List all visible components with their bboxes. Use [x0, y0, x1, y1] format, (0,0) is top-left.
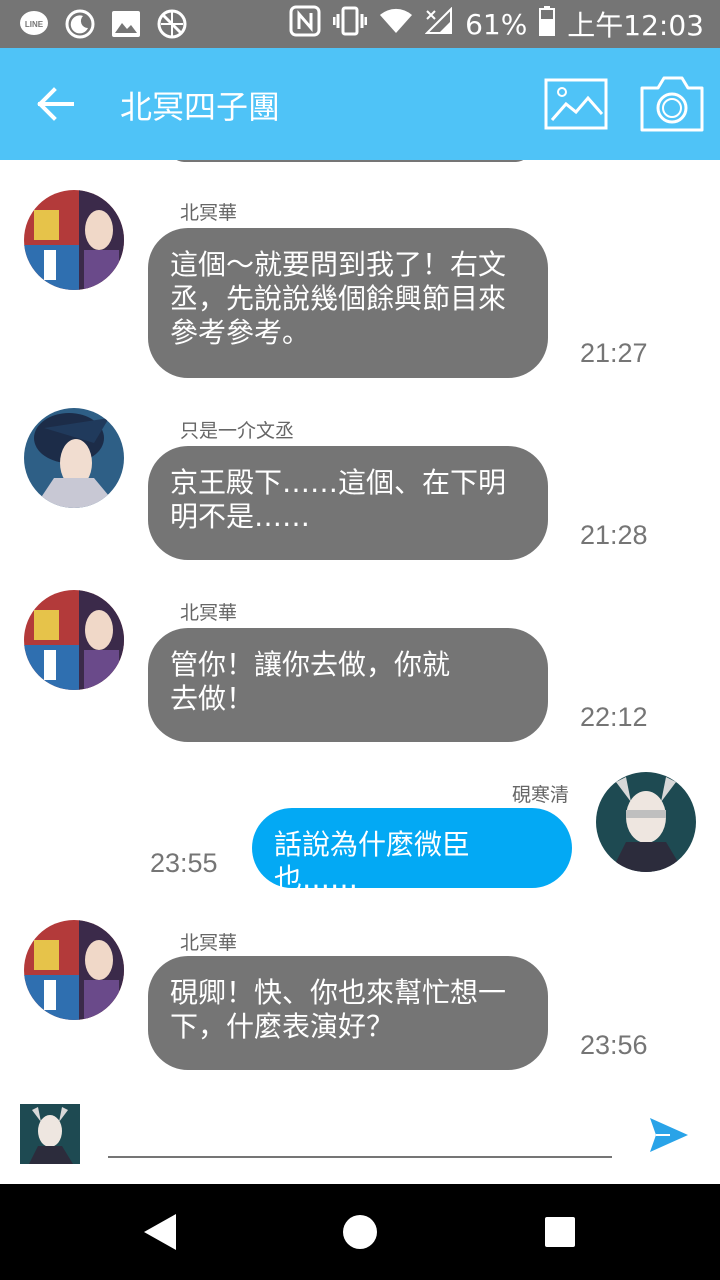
clock: 上午12:03: [567, 9, 704, 42]
wifi-icon: [379, 7, 413, 42]
message-bubble[interactable]: 這個～就要問到我了！右文 丞，先說說幾個餘興節目來 參考參考。: [148, 228, 548, 378]
message-line: 下，什麼表演好？: [170, 1010, 395, 1043]
camera-icon: [640, 76, 704, 132]
chat-title: 北冥四子團: [120, 88, 281, 126]
message-line: 去做！: [170, 682, 255, 715]
input-bar: [0, 1080, 720, 1184]
image-icon: [110, 8, 142, 40]
moon-icon: [64, 8, 96, 40]
battery-text: 61%: [465, 7, 528, 41]
message-line: 管你！讓你去做，你就: [170, 648, 451, 681]
message-time: 22:12: [580, 702, 648, 732]
image-icon: [544, 78, 608, 130]
message-line: 這個～就要問到我了！右文: [170, 248, 507, 281]
chat-area[interactable]: 北冥華 這個～就要問到我了！右文 丞，先說說幾個餘興節目來 參考參考。 21:2…: [0, 160, 720, 1080]
back-button[interactable]: [30, 80, 82, 128]
camera-button[interactable]: [638, 74, 706, 134]
message-time: 21:28: [580, 520, 648, 550]
arrow-back-icon: [37, 87, 74, 121]
message-line: 話說為什麼微臣也……: [274, 828, 471, 895]
my-avatar[interactable]: [20, 1104, 80, 1164]
message-line: 丞，先說說幾個餘興節目來: [170, 282, 507, 315]
status-bar: LINE 61% 上午12:03: [0, 0, 720, 48]
line-icon: LINE: [18, 8, 50, 40]
recents-square-icon: [545, 1217, 575, 1247]
sender-name: 北冥華: [180, 203, 238, 224]
message-time: 23:55: [150, 848, 218, 878]
nav-back-button[interactable]: [140, 1212, 180, 1252]
svg-text:LINE: LINE: [25, 20, 44, 29]
back-triangle-icon: [144, 1214, 176, 1250]
home-circle-icon: [343, 1215, 377, 1249]
send-icon: [650, 1118, 688, 1152]
nfc-icon: [289, 5, 321, 44]
avatar-yanhanqing[interactable]: [596, 772, 696, 872]
signal-icon: [424, 6, 453, 42]
message-line: 硯卿！快、你也來幫忙想一: [170, 976, 507, 1009]
message-input[interactable]: [108, 1114, 612, 1158]
message-line: 參考參考。: [170, 316, 311, 349]
message-time: 21:27: [580, 338, 648, 368]
message-bubble[interactable]: 京王殿下……這個、在下明 明不是……: [148, 446, 548, 560]
message-line: 明不是……: [170, 500, 311, 533]
sender-name: 北冥華: [180, 933, 238, 954]
blocked-icon: [156, 8, 188, 40]
avatar-wencheng[interactable]: [24, 408, 124, 508]
avatar-beiminghua[interactable]: [24, 590, 124, 690]
sender-name: 北冥華: [180, 603, 238, 624]
navigation-bar: [0, 1184, 720, 1280]
nav-recents-button[interactable]: [540, 1212, 580, 1252]
nav-home-button[interactable]: [340, 1212, 380, 1252]
avatar-beiminghua[interactable]: [24, 920, 124, 1020]
avatar-beiminghua[interactable]: [24, 190, 124, 290]
sender-name: 只是一介文丞: [180, 421, 295, 442]
vibrate-icon: [332, 6, 368, 43]
send-button[interactable]: [648, 1114, 690, 1156]
message-time: 23:56: [580, 1030, 648, 1060]
image-button[interactable]: [544, 78, 608, 130]
message-bubble[interactable]: 管你！讓你去做，你就 去做！: [148, 628, 548, 742]
message-bubble[interactable]: 話說為什麼微臣也……: [252, 808, 572, 895]
app-bar: 北冥四子團: [0, 48, 720, 160]
previous-bubble-edge: [170, 160, 530, 162]
battery-icon: [539, 5, 556, 43]
sender-name: 硯寒清: [512, 785, 570, 806]
message-line: 京王殿下……這個、在下明: [170, 466, 507, 499]
message-bubble[interactable]: 硯卿！快、你也來幫忙想一 下，什麼表演好？: [148, 956, 548, 1070]
